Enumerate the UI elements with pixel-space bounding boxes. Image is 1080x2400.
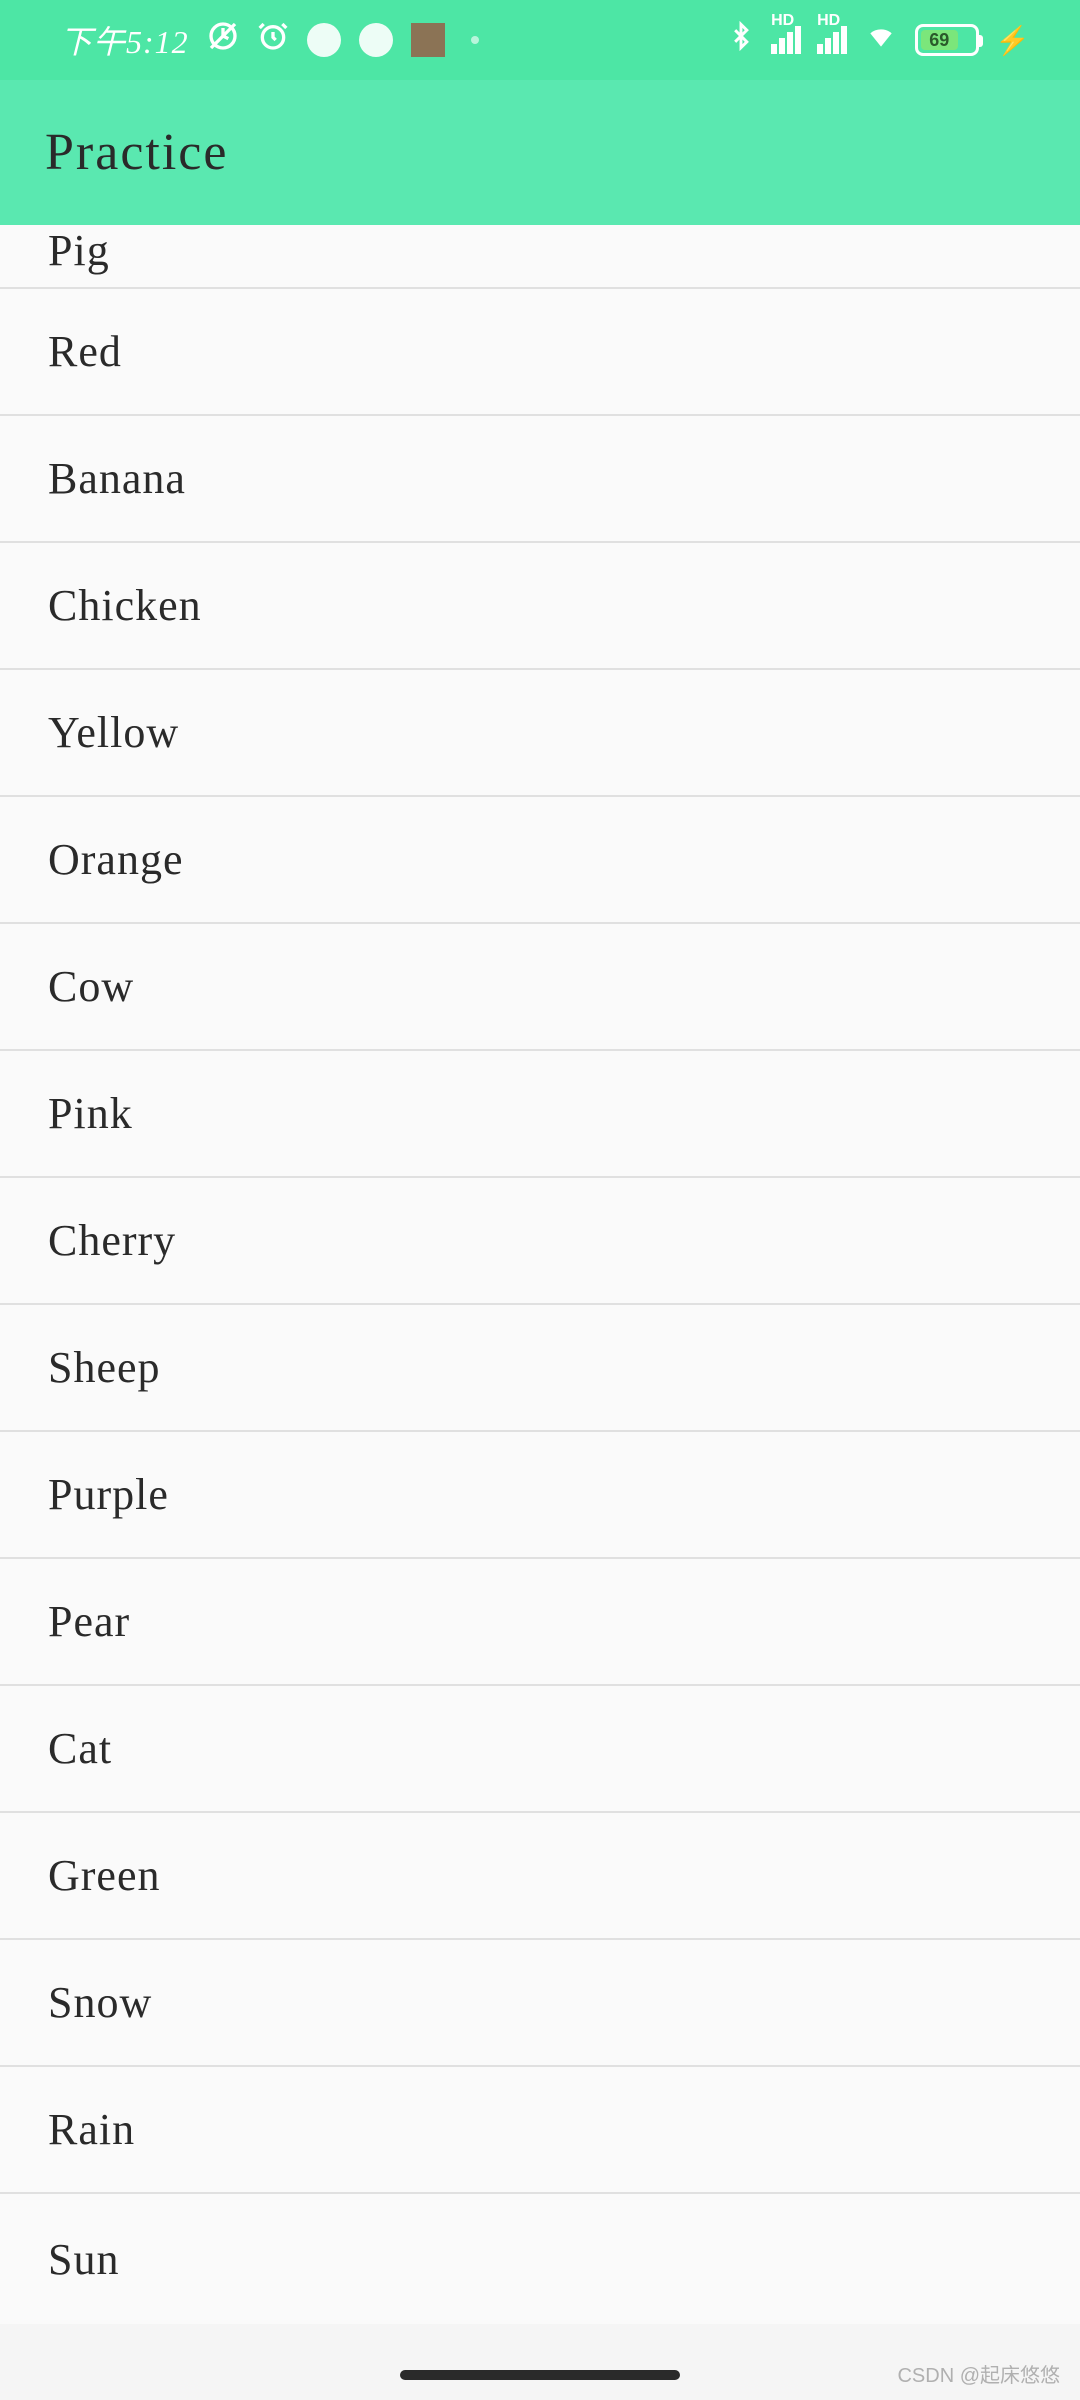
list-item-label: Sun — [48, 2234, 119, 2285]
list-item[interactable]: Snow — [0, 1940, 1080, 2067]
list-item[interactable]: Sheep — [0, 1305, 1080, 1432]
signal-1: HD — [771, 26, 801, 54]
battery-icon: 69 — [915, 24, 979, 56]
status-left: 下午5:12 — [60, 17, 479, 63]
list-item-label: Snow — [48, 1977, 152, 2028]
list-item[interactable]: Purple — [0, 1432, 1080, 1559]
app-icon-3 — [411, 23, 445, 57]
app-icon-1 — [307, 23, 341, 57]
app-icon-2 — [359, 23, 393, 57]
list-item-label: Chicken — [48, 580, 202, 631]
battery-level: 69 — [921, 30, 957, 50]
list-item-label: Cow — [48, 961, 134, 1012]
list-item-label: Red — [48, 326, 122, 377]
list-item[interactable]: Pig — [0, 225, 1080, 289]
watermark: CSDN @起床悠悠 — [897, 2359, 1060, 2388]
status-right: HD HD 69 ⚡ — [727, 20, 1030, 60]
status-time: 下午5:12 — [60, 17, 189, 63]
alarm-icon — [257, 20, 289, 60]
list-item[interactable]: Cow — [0, 924, 1080, 1051]
bluetooth-icon — [727, 20, 755, 60]
list-item[interactable]: Chicken — [0, 543, 1080, 670]
list-item[interactable]: Red — [0, 289, 1080, 416]
list-item-label: Pink — [48, 1088, 133, 1139]
list-item-label: Banana — [48, 453, 186, 504]
app-title: Practice — [45, 123, 228, 182]
signal-2: HD — [817, 26, 847, 54]
more-dot — [471, 36, 479, 44]
list-item-label: Pig — [48, 225, 110, 276]
app-bar: Practice — [0, 80, 1080, 225]
list-item[interactable]: Rain — [0, 2067, 1080, 2194]
list-item[interactable]: Yellow — [0, 670, 1080, 797]
mute-icon — [207, 20, 239, 60]
list-item-label: Green — [48, 1850, 161, 1901]
list-item[interactable]: Cherry — [0, 1178, 1080, 1305]
list-item[interactable]: Green — [0, 1813, 1080, 1940]
list-item[interactable]: Cat — [0, 1686, 1080, 1813]
list-item[interactable]: Pear — [0, 1559, 1080, 1686]
list-item-label: Purple — [48, 1469, 169, 1520]
home-indicator[interactable] — [400, 2370, 680, 2380]
list-item-label: Cherry — [48, 1215, 176, 1266]
wifi-icon — [863, 20, 899, 60]
list-item[interactable]: Pink — [0, 1051, 1080, 1178]
list-item-label: Yellow — [48, 707, 179, 758]
list-item-label: Cat — [48, 1723, 112, 1774]
list-item-label: Orange — [48, 834, 184, 885]
list-container[interactable]: Pig Red Banana Chicken Yellow Orange Cow… — [0, 225, 1080, 2324]
list-item[interactable]: Banana — [0, 416, 1080, 543]
list-item[interactable]: Orange — [0, 797, 1080, 924]
list-item-label: Sheep — [48, 1342, 161, 1393]
list-item[interactable]: Sun — [0, 2194, 1080, 2324]
status-bar: 下午5:12 HD HD — [0, 0, 1080, 80]
list-item-label: Pear — [48, 1596, 130, 1647]
list-item-label: Rain — [48, 2104, 135, 2155]
charging-icon: ⚡ — [995, 24, 1030, 57]
